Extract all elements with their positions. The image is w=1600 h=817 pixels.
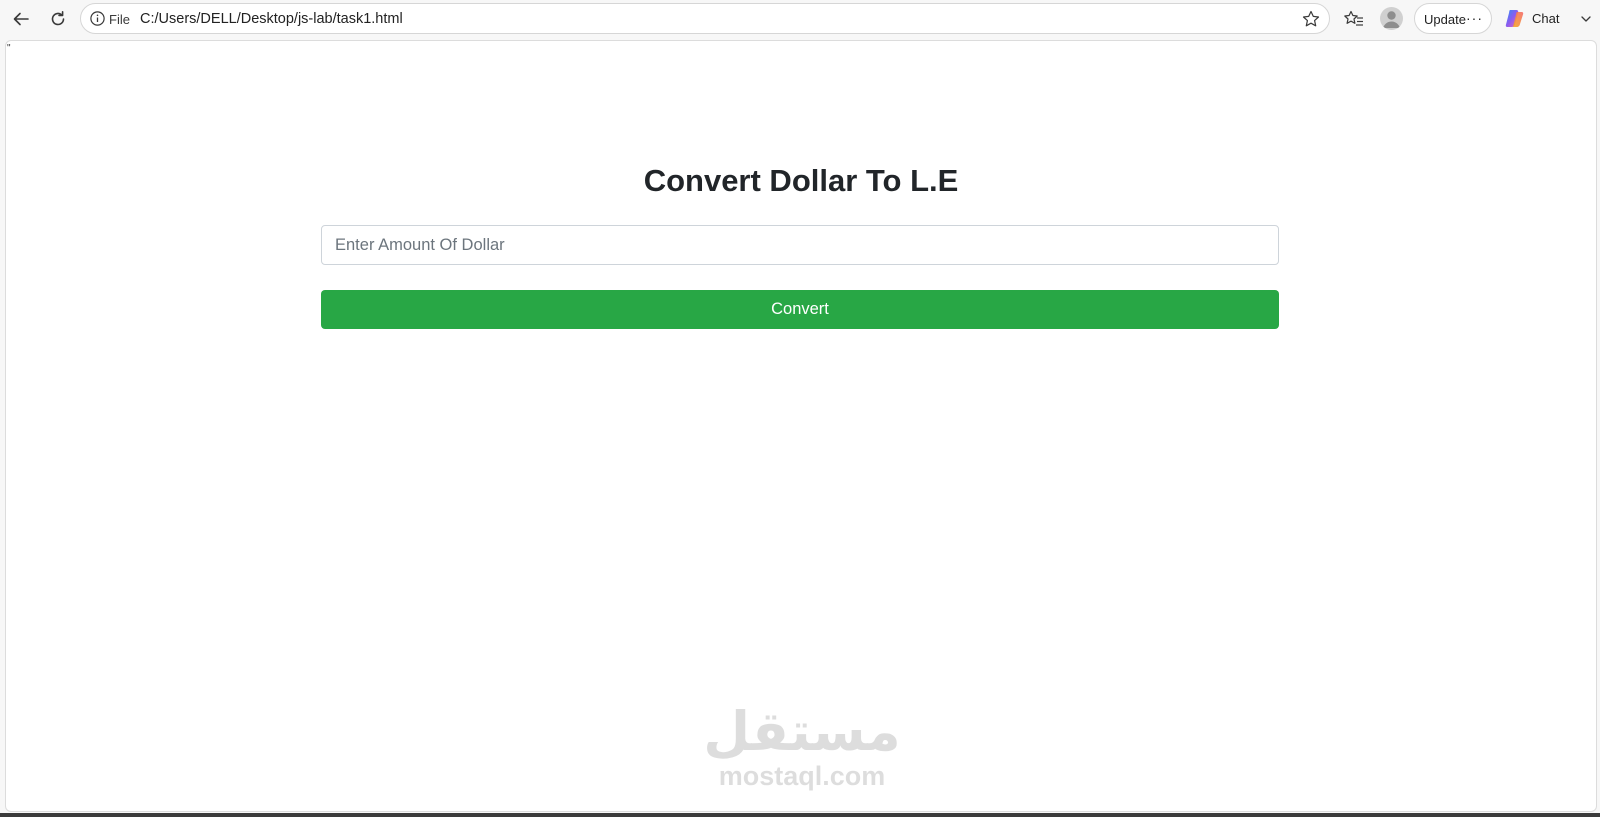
info-icon[interactable] bbox=[89, 10, 106, 27]
watermark-logo: مستقل mostaql.com bbox=[696, 701, 908, 793]
update-button[interactable]: Update ··· bbox=[1414, 3, 1492, 34]
page-title: Convert Dollar To L.E bbox=[643, 163, 959, 198]
url-scheme-label: File bbox=[109, 12, 130, 27]
favorites-button[interactable] bbox=[1339, 4, 1369, 34]
stray-text-mark: " bbox=[7, 43, 11, 54]
profile-avatar-icon bbox=[1383, 11, 1400, 28]
page-viewport: " Convert Dollar To L.E Convert مستقل mo… bbox=[5, 40, 1597, 812]
profile-avatar[interactable] bbox=[1380, 7, 1403, 30]
watermark-arabic-text: مستقل bbox=[703, 700, 901, 763]
chevron-down-icon[interactable] bbox=[1580, 13, 1592, 25]
update-label: Update bbox=[1424, 12, 1466, 27]
more-icon[interactable]: ··· bbox=[1466, 11, 1483, 25]
chat-label: Chat bbox=[1532, 11, 1560, 26]
browser-toolbar: File C:/Users/DELL/Desktop/js-lab/task1.… bbox=[0, 0, 1600, 37]
copilot-icon bbox=[1505, 10, 1524, 27]
star-icon[interactable] bbox=[1301, 9, 1321, 29]
back-button[interactable] bbox=[6, 4, 36, 34]
convert-button[interactable]: Convert bbox=[321, 290, 1279, 329]
dollar-amount-input[interactable] bbox=[321, 225, 1279, 265]
taskbar-edge bbox=[0, 813, 1600, 817]
watermark-latin-text: mostaql.com bbox=[718, 761, 886, 791]
address-bar[interactable]: File C:/Users/DELL/Desktop/js-lab/task1.… bbox=[80, 3, 1330, 34]
back-arrow-icon bbox=[13, 12, 29, 26]
chat-button[interactable]: Chat bbox=[1498, 3, 1596, 34]
refresh-button[interactable] bbox=[43, 4, 73, 34]
refresh-icon bbox=[51, 11, 65, 26]
favorites-icon bbox=[1344, 10, 1363, 26]
url-text[interactable]: C:/Users/DELL/Desktop/js-lab/task1.html bbox=[140, 11, 403, 27]
